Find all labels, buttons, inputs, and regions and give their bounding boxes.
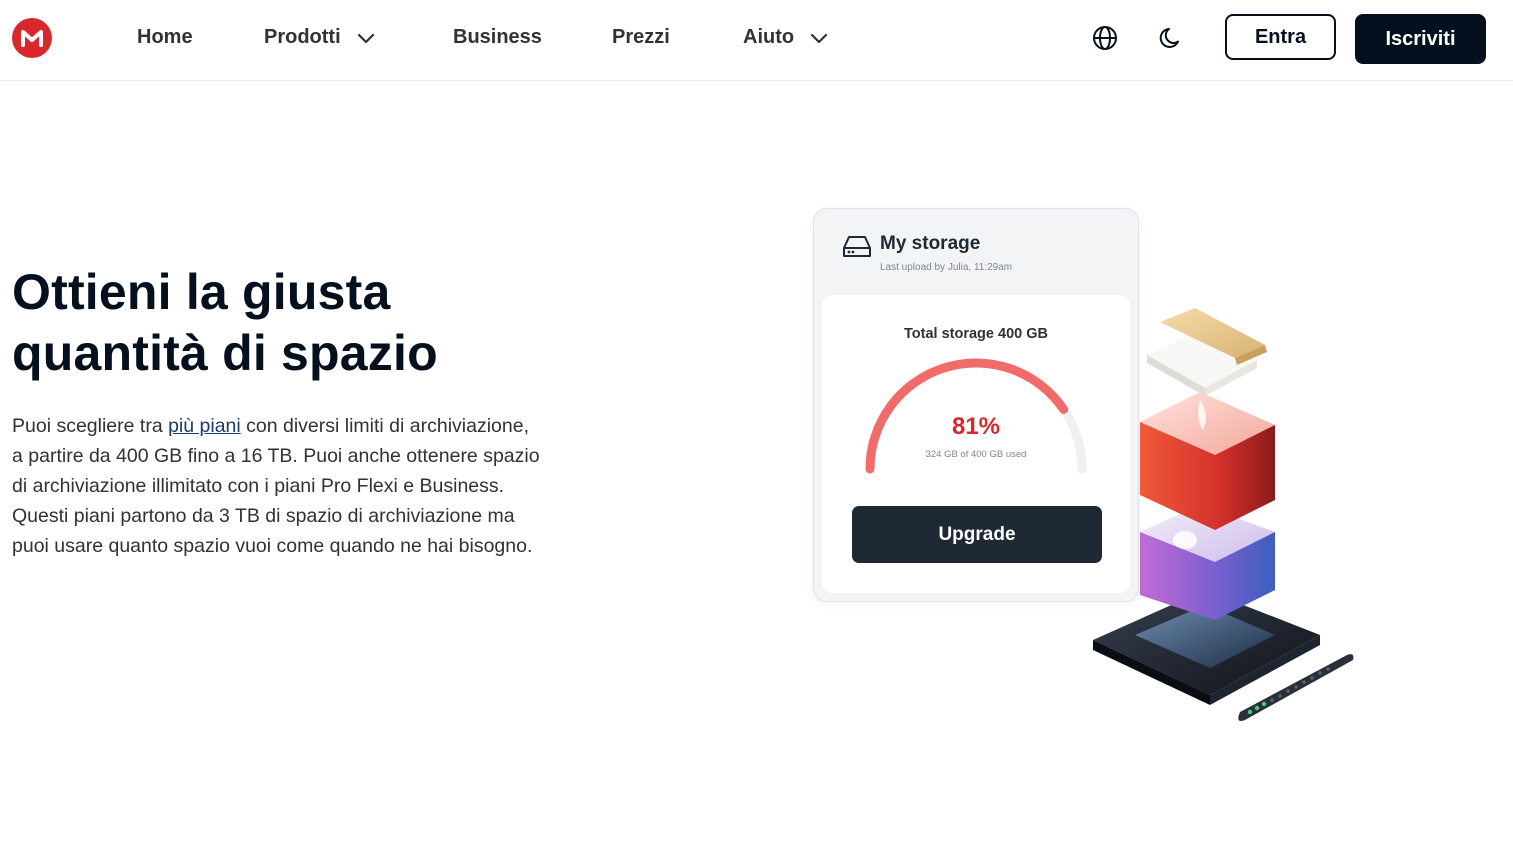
nav-prezzi-label: Prezzi [612, 26, 670, 48]
nav-business-label: Business [453, 26, 542, 48]
nav-aiuto-label: Aiuto [743, 26, 795, 48]
nav-home-label: Home [137, 26, 193, 48]
hard-drive-icon [842, 234, 872, 260]
nav-prezzi[interactable]: Prezzi [612, 26, 670, 49]
globe-icon[interactable] [1092, 25, 1118, 51]
mega-logo[interactable] [12, 18, 52, 58]
nav-home[interactable]: Home [137, 26, 193, 49]
stacked-storage-illustration [1093, 308, 1354, 721]
hero-title-line2: quantità di spazio [12, 325, 438, 381]
usage-detail: 324 GB of 400 GB used [925, 449, 1027, 460]
moon-icon[interactable] [1158, 25, 1184, 51]
nav-prodotti-dropdown[interactable]: Prodotti [264, 26, 377, 49]
hero-description: Puoi scegliere tra più piani con diversi… [12, 411, 542, 561]
nav-prodotti-label: Prodotti [264, 26, 341, 48]
chevron-down-icon [355, 27, 377, 49]
hero-title: Ottieni la giusta quantità di spazio [12, 262, 572, 384]
nav-aiuto-dropdown[interactable]: Aiuto [743, 26, 830, 49]
total-storage-label: Total storage 400 GB [904, 326, 1048, 342]
usage-percent: 81% [951, 413, 1001, 440]
upgrade-button[interactable]: Upgrade [852, 506, 1102, 563]
hero-text-before-link: Puoi scegliere tra [12, 415, 169, 437]
chevron-down-icon [808, 27, 830, 49]
top-navigation-bar: Home Prodotti Business Prezzi Aiuto Entr… [0, 0, 1513, 81]
last-upload-text: Last upload by Julia, 11:29am [880, 262, 1013, 273]
plans-link[interactable]: più piani [168, 415, 241, 437]
storage-card-title: My storage [880, 233, 981, 254]
hero-title-line1: Ottieni la giusta [12, 264, 391, 320]
red-storage-box [1140, 392, 1275, 530]
logo-m-icon [21, 30, 43, 47]
nav-business[interactable]: Business [453, 26, 542, 49]
login-button[interactable]: Entra [1225, 14, 1336, 60]
storage-summary-panel: Total storage 400 GB 81% 324 GB of 400 G… [822, 295, 1130, 593]
signup-button[interactable]: Iscriviti [1355, 14, 1486, 64]
